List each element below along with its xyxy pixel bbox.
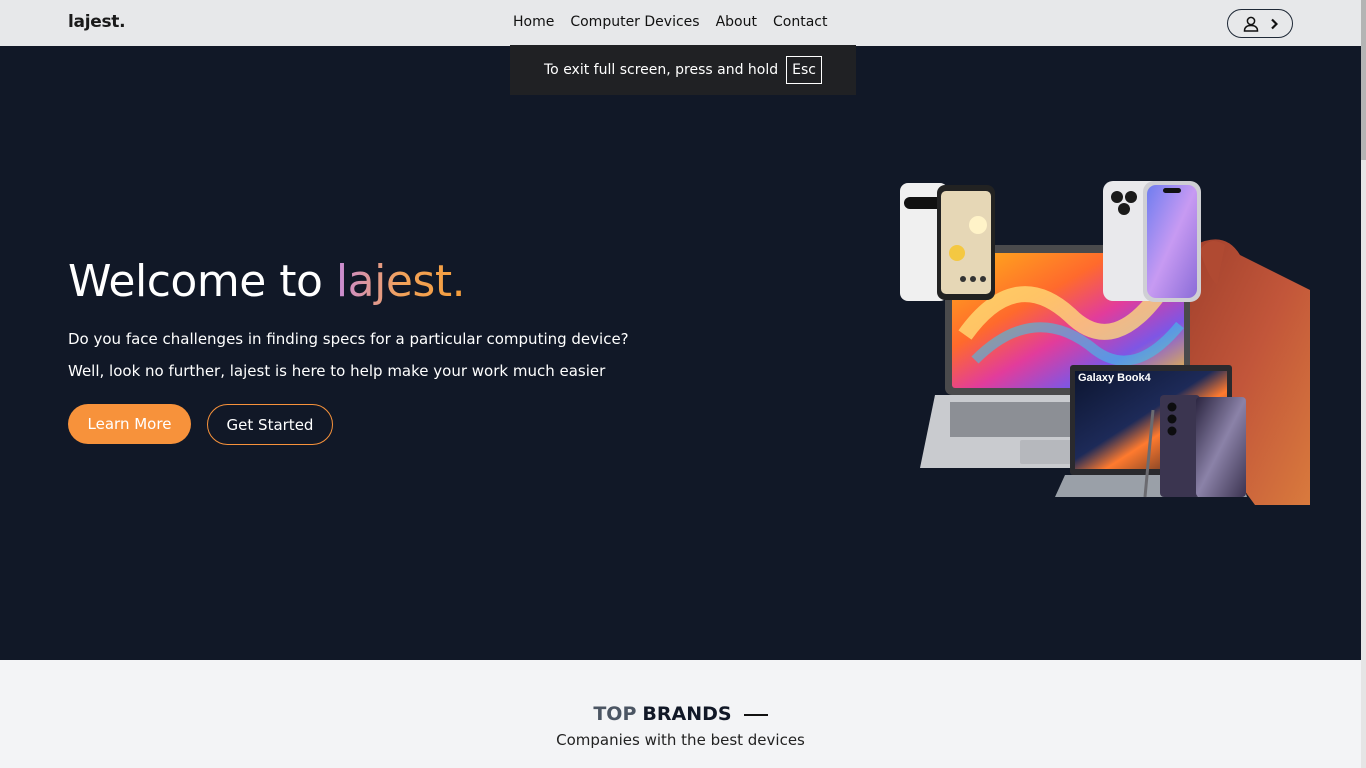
nav-link-contact[interactable]: Contact — [773, 14, 827, 30]
get-started-button[interactable]: Get Started — [207, 404, 333, 445]
user-menu-button[interactable] — [1227, 9, 1293, 38]
logo[interactable]: lajest. — [68, 12, 126, 32]
top-brands-title-brands: BRANDS — [642, 703, 732, 725]
hero-description-line-1: Do you face challenges in finding specs … — [68, 330, 629, 348]
top-brands-subtitle: Companies with the best devices — [556, 731, 805, 749]
fullscreen-exit-text: To exit full screen, press and hold — [544, 62, 779, 78]
top-brands-title-top: TOP — [593, 703, 637, 725]
page-scrollbar-thumb[interactable] — [1361, 0, 1366, 160]
nav-links: Home Computer Devices About Contact — [513, 14, 827, 30]
fullscreen-exit-notice: To exit full screen, press and hold Esc — [510, 45, 856, 95]
learn-more-button[interactable]: Learn More — [68, 404, 191, 444]
title-dash — [743, 713, 768, 716]
nav-link-computer-devices[interactable]: Computer Devices — [570, 14, 699, 30]
galaxy-s24-back — [1160, 395, 1200, 497]
top-brands-section: TOP BRANDS Companies with the best devic… — [0, 660, 1361, 768]
chevron-right-icon — [1271, 18, 1278, 29]
esc-key-badge: Esc — [786, 56, 822, 84]
top-brands-title: TOP BRANDS — [0, 703, 1361, 725]
hero-title-prefix: Welcome to — [68, 256, 336, 307]
galaxy-book-label: Galaxy Book4 — [1078, 372, 1152, 384]
hero-title: Welcome to lajest. — [68, 256, 466, 307]
hero-description-line-2: Well, look no further, lajest is here to… — [68, 362, 606, 380]
navbar: lajest. Home Computer Devices About Cont… — [0, 0, 1361, 46]
galaxy-s24-front — [1196, 397, 1246, 497]
hero-title-accent: lajest. — [335, 256, 466, 307]
nav-link-home[interactable]: Home — [513, 14, 554, 30]
user-icon — [1243, 16, 1259, 32]
devices-illustration: Galaxy Book4 — [900, 181, 1310, 505]
nav-link-about[interactable]: About — [716, 14, 757, 30]
